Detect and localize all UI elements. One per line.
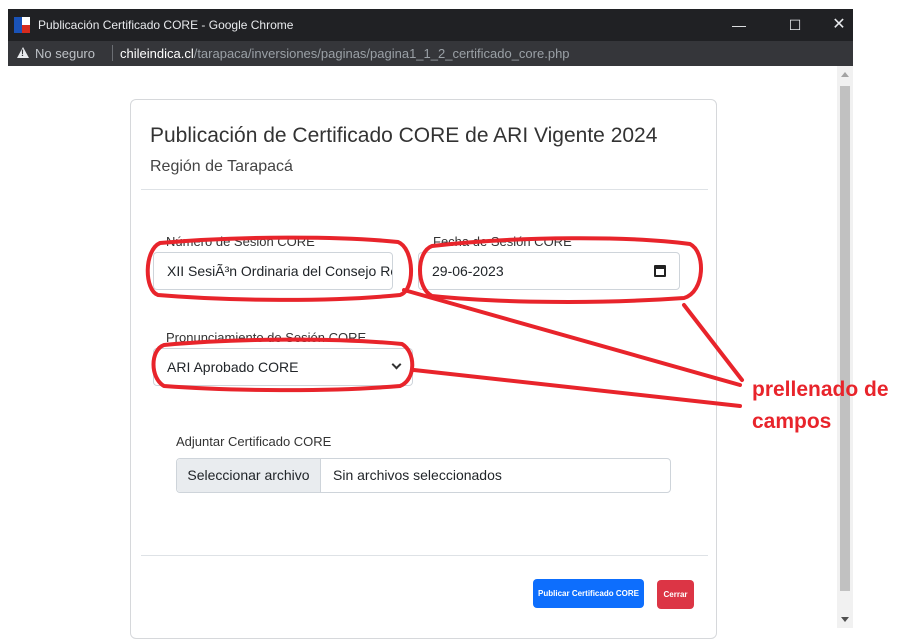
window-title: Publicación Certificado CORE - Google Ch… xyxy=(38,18,294,32)
annotation-line-1: prellenado de xyxy=(752,378,889,401)
security-status[interactable]: No seguro xyxy=(35,46,95,61)
url-path: /tarapaca/inversiones/paginas/pagina1_1_… xyxy=(193,46,570,61)
close-window-button[interactable]: ✕ xyxy=(816,9,862,41)
address-bar[interactable]: No seguro chileindica.cl/tarapaca/invers… xyxy=(8,41,853,66)
divider xyxy=(141,189,708,190)
page-title: Publicación de Certificado CORE de ARI V… xyxy=(150,124,658,147)
title-bar: Publicación Certificado CORE - Google Ch… xyxy=(8,9,853,41)
calendar-icon[interactable] xyxy=(654,265,666,277)
scrollbar[interactable] xyxy=(837,66,853,628)
certificate-card: Publicación de Certificado CORE de ARI V… xyxy=(130,99,717,639)
choose-file-button[interactable]: Seleccionar archivo xyxy=(177,459,321,492)
session-number-label: Número de Sesión CORE xyxy=(166,234,315,249)
scroll-down-arrow[interactable] xyxy=(841,617,849,622)
chevron-down-icon xyxy=(391,359,402,370)
attach-label: Adjuntar Certificado CORE xyxy=(176,434,332,449)
page-content: Publicación de Certificado CORE de ARI V… xyxy=(8,66,837,639)
close-button[interactable]: Cerrar xyxy=(657,580,694,609)
session-date-input[interactable]: 29-06-2023 xyxy=(418,252,680,290)
scroll-up-arrow[interactable] xyxy=(841,72,849,77)
url-text[interactable]: chileindica.cl/tarapaca/inversiones/pagi… xyxy=(120,46,570,61)
annotation-line-2: campos xyxy=(752,410,832,433)
warning-icon[interactable] xyxy=(17,47,29,58)
session-date-value: 29-06-2023 xyxy=(432,263,504,279)
maximize-button[interactable]: ☐ xyxy=(772,9,818,41)
session-number-input[interactable]: XII SesiÃ³n Ordinaria del Consejo Reg xyxy=(153,252,393,290)
file-status: Sin archivos seleccionados xyxy=(333,467,502,483)
annotation-text: prellenado de campos xyxy=(752,374,889,438)
minimize-button[interactable]: — xyxy=(716,9,762,41)
pronouncement-select[interactable]: ARI Aprobado CORE xyxy=(153,348,413,386)
url-domain: chileindica.cl xyxy=(120,46,194,61)
file-input[interactable]: Seleccionar archivo Sin archivos selecci… xyxy=(176,458,671,493)
app-icon xyxy=(14,17,30,33)
session-number-value: XII SesiÃ³n Ordinaria del Consejo Reg xyxy=(167,263,393,279)
session-date-label: Fecha de Sesión CORE xyxy=(433,234,572,249)
page-subtitle: Región de Tarapacá xyxy=(150,158,293,175)
publish-certificate-button[interactable]: Publicar Certificado CORE xyxy=(533,579,644,608)
address-separator xyxy=(112,45,113,61)
footer-divider xyxy=(141,555,708,556)
browser-window: Publicación Certificado CORE - Google Ch… xyxy=(8,9,853,639)
pronouncement-label: Pronunciamiento de Sesión CORE xyxy=(166,330,367,345)
scroll-thumb[interactable] xyxy=(840,86,850,591)
pronouncement-value: ARI Aprobado CORE xyxy=(167,359,299,375)
